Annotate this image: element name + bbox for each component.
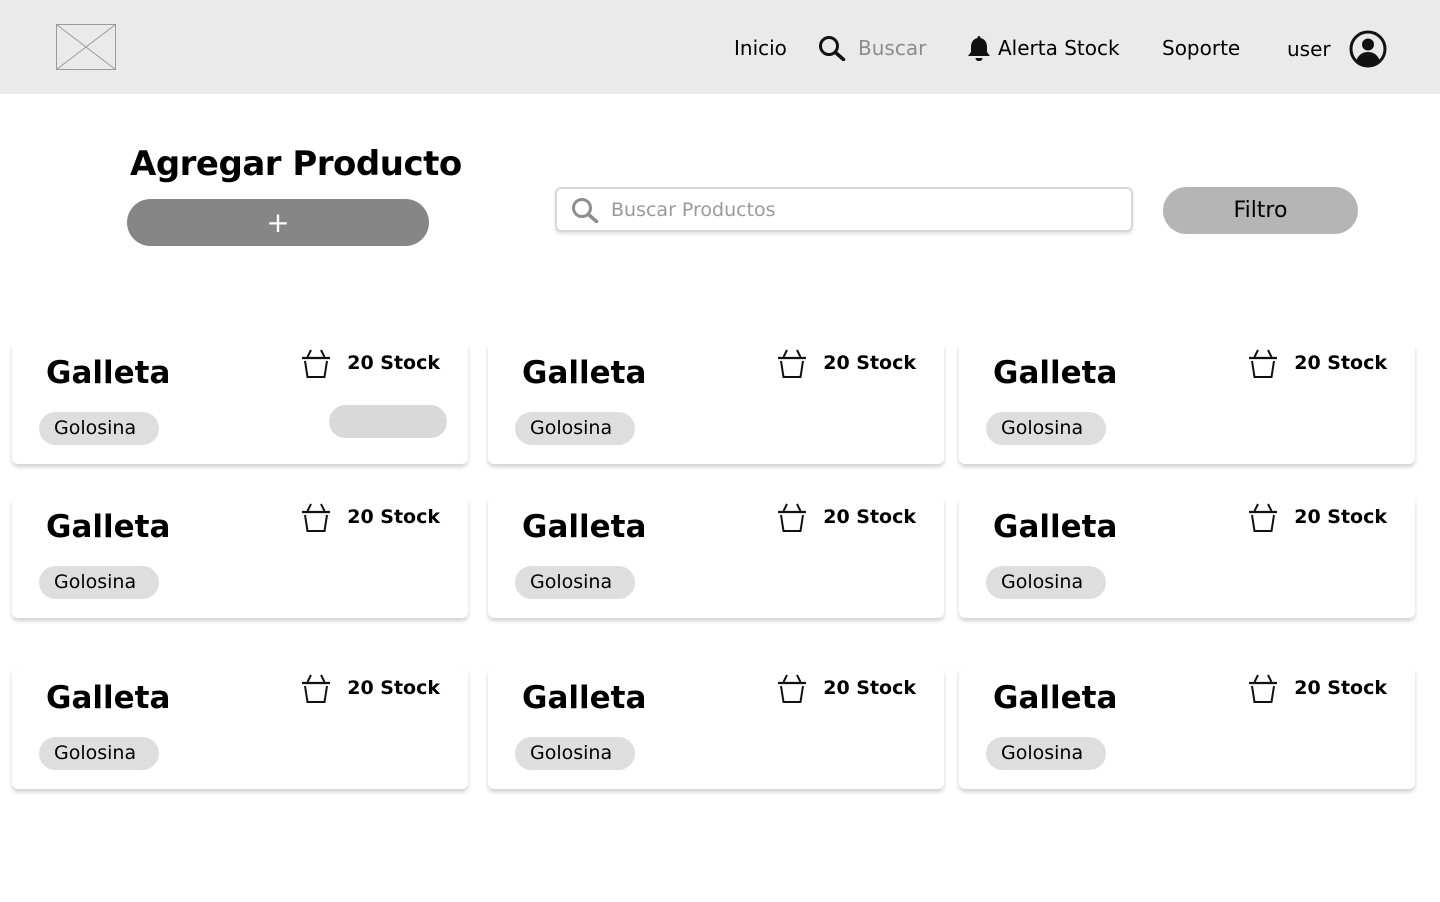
- page-title: Agregar Producto: [130, 144, 462, 184]
- product-stock: 20 Stock: [1248, 500, 1387, 534]
- product-name: Galleta: [522, 509, 647, 545]
- product-stock-label: 20 Stock: [347, 352, 440, 374]
- basket-icon: [1248, 500, 1278, 534]
- user-avatar-icon: [1349, 30, 1387, 68]
- product-grid: Galleta 20 Stock Golosina Galleta 20 Sto…: [12, 342, 1417, 792]
- category-tag: Golosina: [986, 737, 1107, 770]
- nav-alerta-stock-link[interactable]: Alerta Stock: [966, 34, 1120, 62]
- plus-icon: +: [266, 206, 290, 239]
- product-name: Galleta: [993, 680, 1118, 716]
- product-name: Galleta: [46, 509, 171, 545]
- product-stock: 20 Stock: [1248, 346, 1387, 380]
- top-navbar: Inicio Buscar Alerta Stock Soporte user: [0, 0, 1440, 94]
- nav-soporte-label: Soporte: [1162, 36, 1241, 60]
- nav-alerta-stock-label: Alerta Stock: [998, 36, 1120, 60]
- product-stock: 20 Stock: [777, 500, 916, 534]
- product-stock-label: 20 Stock: [823, 352, 916, 374]
- basket-icon: [301, 346, 331, 380]
- filter-button[interactable]: Filtro: [1163, 187, 1358, 234]
- filter-button-label: Filtro: [1233, 198, 1288, 223]
- basket-icon: [301, 500, 331, 534]
- product-stock: 20 Stock: [777, 346, 916, 380]
- product-name: Galleta: [993, 355, 1118, 391]
- category-tag: Golosina: [39, 566, 160, 599]
- product-stock: 20 Stock: [301, 500, 440, 534]
- basket-icon: [777, 500, 807, 534]
- category-tag: Golosina: [986, 412, 1107, 445]
- basket-icon: [777, 346, 807, 380]
- nav-inicio-label: Inicio: [734, 36, 787, 60]
- product-card[interactable]: Galleta 20 Stock Golosina: [959, 667, 1415, 789]
- product-search-field[interactable]: [555, 187, 1133, 232]
- product-name: Galleta: [993, 509, 1118, 545]
- category-tag: Golosina: [39, 737, 160, 770]
- product-card[interactable]: Galleta 20 Stock Golosina: [12, 342, 468, 464]
- category-tag: Golosina: [515, 566, 636, 599]
- product-search-input[interactable]: [609, 197, 1113, 222]
- nav-search-link[interactable]: Buscar: [818, 34, 926, 62]
- product-card[interactable]: Galleta 20 Stock Golosina: [959, 342, 1415, 464]
- product-card[interactable]: Galleta 20 Stock Golosina: [488, 342, 944, 464]
- product-stock: 20 Stock: [301, 346, 440, 380]
- nav-search-label: Buscar: [858, 36, 927, 60]
- category-tag: Golosina: [986, 566, 1107, 599]
- product-card[interactable]: Galleta 20 Stock Golosina: [488, 496, 944, 618]
- nav-user-menu[interactable]: user: [1287, 30, 1387, 68]
- product-card[interactable]: Galleta 20 Stock Golosina: [12, 667, 468, 789]
- bell-icon: [966, 34, 992, 62]
- product-stock: 20 Stock: [777, 671, 916, 705]
- category-tag: Golosina: [39, 412, 160, 445]
- basket-icon: [777, 671, 807, 705]
- product-stock: 20 Stock: [301, 671, 440, 705]
- product-name: Galleta: [522, 355, 647, 391]
- product-stock: 20 Stock: [1248, 671, 1387, 705]
- nav-inicio-link[interactable]: Inicio: [734, 34, 787, 62]
- nav-user-label: user: [1287, 37, 1331, 61]
- product-stock-label: 20 Stock: [1294, 677, 1387, 699]
- add-product-button[interactable]: +: [127, 199, 429, 246]
- card-action-button[interactable]: [329, 405, 447, 438]
- product-stock-label: 20 Stock: [1294, 506, 1387, 528]
- product-stock-label: 20 Stock: [1294, 352, 1387, 374]
- product-stock-label: 20 Stock: [823, 506, 916, 528]
- category-tag: Golosina: [515, 412, 636, 445]
- product-stock-label: 20 Stock: [347, 677, 440, 699]
- product-card[interactable]: Galleta 20 Stock Golosina: [488, 667, 944, 789]
- basket-icon: [1248, 671, 1278, 705]
- category-tag: Golosina: [515, 737, 636, 770]
- search-icon: [571, 197, 599, 223]
- product-card[interactable]: Galleta 20 Stock Golosina: [12, 496, 468, 618]
- product-name: Galleta: [46, 355, 171, 391]
- nav-soporte-link[interactable]: Soporte: [1162, 34, 1240, 62]
- product-stock-label: 20 Stock: [823, 677, 916, 699]
- product-card[interactable]: Galleta 20 Stock Golosina: [959, 496, 1415, 618]
- basket-icon: [1248, 346, 1278, 380]
- logo-placeholder-icon[interactable]: [56, 24, 116, 70]
- basket-icon: [301, 671, 331, 705]
- search-icon: [818, 35, 846, 61]
- product-stock-label: 20 Stock: [347, 506, 440, 528]
- product-name: Galleta: [46, 680, 171, 716]
- product-name: Galleta: [522, 680, 647, 716]
